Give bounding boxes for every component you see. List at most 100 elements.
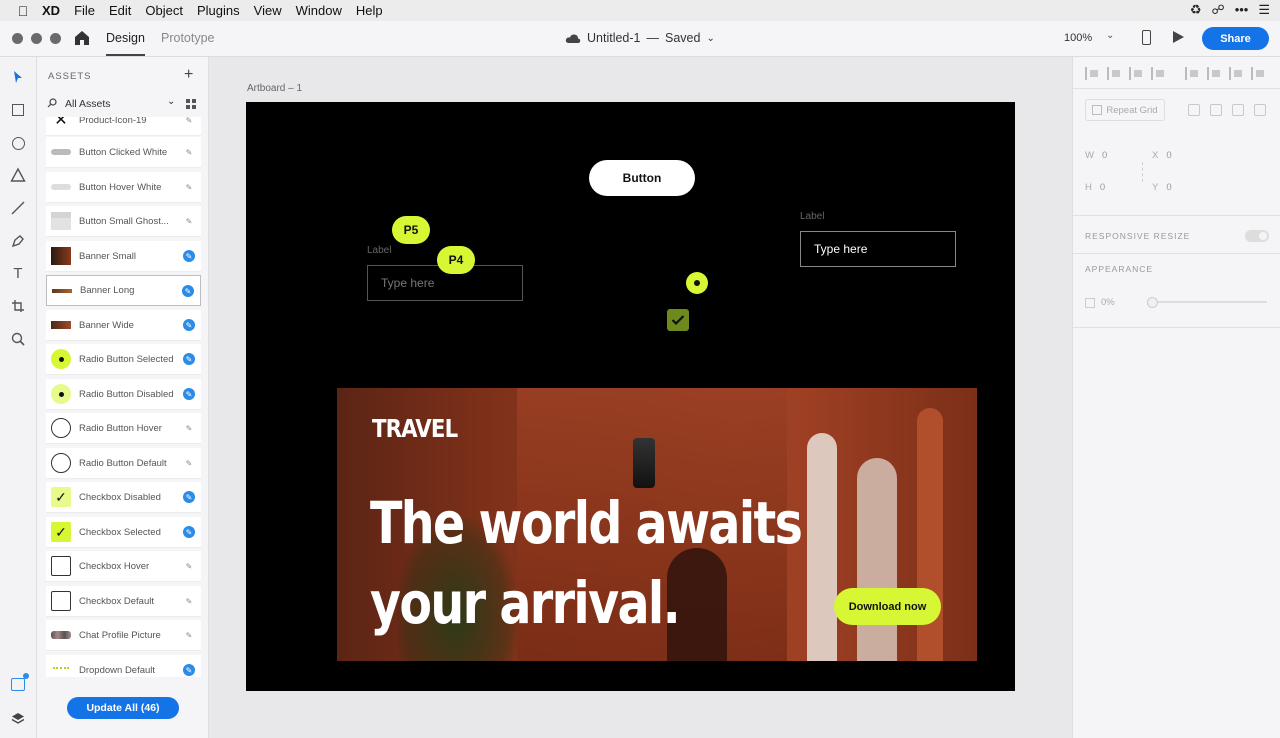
repeat-grid-button[interactable]: Repeat Grid: [1085, 99, 1165, 121]
list-item[interactable]: Banner Small ✎: [46, 241, 201, 272]
home-icon[interactable]: [73, 29, 91, 47]
comment-pin-p4[interactable]: P4: [437, 246, 475, 274]
apple-icon[interactable]: : [8, 3, 38, 19]
text-field-right[interactable]: Type here: [800, 231, 956, 267]
link-icon[interactable]: ✎: [183, 215, 195, 227]
list-item[interactable]: Radio Button Default ✎: [46, 448, 201, 479]
menu-app[interactable]: XD: [42, 3, 60, 18]
tab-design[interactable]: Design: [106, 31, 145, 56]
line-tool-icon[interactable]: [10, 200, 26, 216]
link-icon[interactable]: ✎: [182, 285, 194, 297]
assets-filter-dropdown[interactable]: All Assets ⌄: [47, 96, 197, 113]
align-top-icon[interactable]: [1085, 67, 1100, 80]
list-item[interactable]: Radio Button Hover ✎: [46, 413, 201, 444]
link-icon[interactable]: ✎: [183, 319, 195, 331]
sync-icon[interactable]: ♻: [1190, 2, 1202, 18]
menu-help[interactable]: Help: [356, 3, 383, 18]
zoom-level[interactable]: 100%: [1064, 32, 1092, 44]
zoom-tool-icon[interactable]: [10, 331, 26, 347]
radio-button-selected[interactable]: [686, 272, 708, 294]
rectangle-tool-icon[interactable]: [10, 102, 26, 118]
boolean-intersect-icon[interactable]: [1232, 104, 1244, 116]
menu-edit[interactable]: Edit: [109, 3, 131, 18]
x-field[interactable]: X0: [1152, 150, 1172, 161]
link-icon[interactable]: ✎: [183, 457, 195, 469]
link-icon[interactable]: ✎: [183, 422, 195, 434]
list-item[interactable]: ✕ Product-Icon-19 ✎: [46, 117, 201, 136]
list-item[interactable]: Checkbox Default ✎: [46, 586, 201, 617]
tab-prototype[interactable]: Prototype: [161, 31, 215, 45]
list-item[interactable]: Banner Long ✎: [46, 275, 201, 306]
link-icon[interactable]: ✎: [183, 146, 195, 158]
link-icon[interactable]: ✎: [183, 117, 195, 126]
y-field[interactable]: Y0: [1152, 182, 1172, 193]
opacity-field[interactable]: 0%: [1085, 297, 1115, 308]
download-now-button[interactable]: Download now: [834, 588, 941, 625]
menu-object[interactable]: Object: [145, 3, 183, 18]
link-icon[interactable]: ✎: [183, 560, 195, 572]
align-center-icon[interactable]: [1207, 67, 1222, 80]
list-item[interactable]: Button Clicked White ✎: [46, 137, 201, 168]
device-preview-icon[interactable]: [1142, 30, 1151, 45]
minimize-window-button[interactable]: [31, 33, 42, 44]
layers-icon[interactable]: [11, 712, 25, 726]
link-icon[interactable]: ✎: [183, 595, 195, 607]
list-item[interactable]: ✓ Checkbox Selected ✎: [46, 517, 201, 548]
menu-plugins[interactable]: Plugins: [197, 3, 240, 18]
distribute-horizontal-icon[interactable]: [1251, 67, 1266, 80]
share-button[interactable]: Share: [1202, 27, 1269, 50]
artboard-label[interactable]: Artboard – 1: [247, 83, 302, 94]
boolean-subtract-icon[interactable]: [1210, 104, 1222, 116]
chevron-down-icon[interactable]: ⌄: [1106, 30, 1114, 41]
update-all-button[interactable]: Update All (46): [67, 697, 179, 719]
link-icon[interactable]: ✎: [183, 353, 195, 365]
align-left-icon[interactable]: [1185, 67, 1200, 80]
link-icon[interactable]: ✎: [183, 388, 195, 400]
boolean-exclude-icon[interactable]: [1254, 104, 1266, 116]
comment-pin-p5[interactable]: P5: [392, 216, 430, 244]
select-tool-icon[interactable]: [10, 69, 26, 85]
zoom-window-button[interactable]: [50, 33, 61, 44]
responsive-resize-toggle[interactable]: [1245, 230, 1269, 242]
link-icon[interactable]: ✎: [183, 526, 195, 538]
travel-banner[interactable]: TRAVEL The world awaits your arrival. Do…: [337, 388, 977, 661]
polygon-tool-icon[interactable]: [10, 167, 26, 183]
list-item[interactable]: Dropdown Default ✎: [46, 655, 201, 677]
list-item[interactable]: Button Hover White ✎: [46, 172, 201, 203]
text-tool-icon[interactable]: T: [10, 265, 26, 282]
list-item[interactable]: Checkbox Hover ✎: [46, 551, 201, 582]
pen-tool-icon[interactable]: [10, 233, 26, 249]
document-title[interactable]: Untitled-1 — Saved ⌄: [565, 31, 715, 45]
link-icon[interactable]: ✎: [183, 664, 195, 676]
height-field[interactable]: H0: [1085, 182, 1105, 193]
menu-view[interactable]: View: [254, 3, 282, 18]
button-component[interactable]: Button: [589, 160, 695, 196]
ellipse-tool-icon[interactable]: [10, 135, 26, 151]
list-item[interactable]: Button Small Ghost... ✎: [46, 206, 201, 237]
link-icon[interactable]: ✎: [183, 250, 195, 262]
width-field[interactable]: W0: [1085, 150, 1107, 161]
more-icon[interactable]: •••: [1235, 2, 1249, 18]
boolean-add-icon[interactable]: [1188, 104, 1200, 116]
creative-cloud-icon[interactable]: ☍: [1212, 2, 1225, 18]
list-item[interactable]: Banner Wide ✎: [46, 310, 201, 341]
artboard[interactable]: Button Label Type here Label Type here P…: [246, 102, 1015, 691]
list-item[interactable]: Chat Profile Picture ✎: [46, 620, 201, 651]
opacity-slider[interactable]: [1147, 297, 1267, 308]
libraries-icon[interactable]: [11, 673, 29, 691]
list-item[interactable]: Radio Button Selected ✎: [46, 344, 201, 375]
link-icon[interactable]: ✎: [183, 181, 195, 193]
canvas[interactable]: Artboard – 1 Button Label Type here Labe…: [210, 57, 1072, 738]
notification-center-icon[interactable]: ☰: [1258, 2, 1270, 18]
menu-file[interactable]: File: [74, 3, 95, 18]
link-icon[interactable]: ✎: [183, 629, 195, 641]
link-icon[interactable]: ✎: [183, 491, 195, 503]
align-bottom-icon[interactable]: [1129, 67, 1144, 80]
align-right-icon[interactable]: [1229, 67, 1244, 80]
lock-aspect-icon[interactable]: [1137, 162, 1143, 182]
grid-view-icon[interactable]: [186, 99, 196, 109]
add-asset-icon[interactable]: +: [184, 66, 193, 84]
menu-window[interactable]: Window: [296, 3, 342, 18]
checkbox-selected[interactable]: [667, 309, 689, 331]
close-window-button[interactable]: [12, 33, 23, 44]
